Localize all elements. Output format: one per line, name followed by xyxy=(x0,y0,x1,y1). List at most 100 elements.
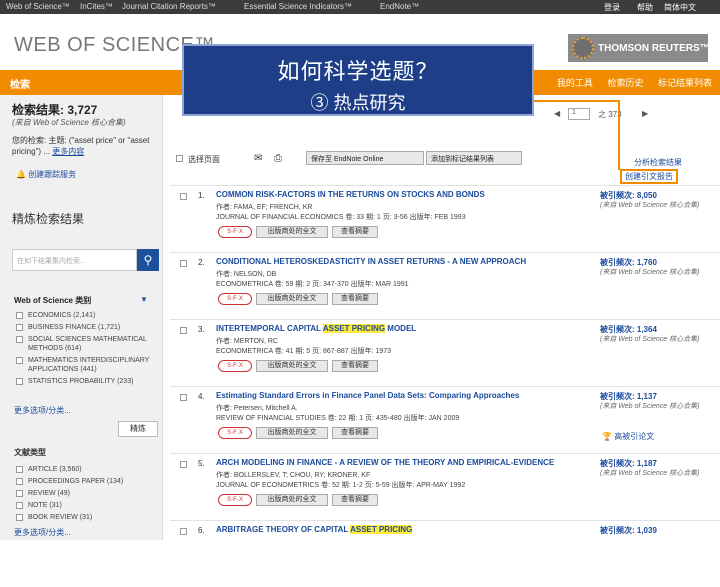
analyze-results-link[interactable]: 分析检索结果 xyxy=(634,157,682,168)
search-icon[interactable]: ⚲ xyxy=(137,249,159,271)
checkbox[interactable] xyxy=(16,312,23,319)
view-abstract-button[interactable]: 查看摘要 xyxy=(332,293,378,305)
category-list: ECONOMICS (2,141) BUSINESS FINANCE (1,72… xyxy=(16,311,161,389)
record-number: 5. xyxy=(198,459,205,468)
record-source: ECONOMETRICA 卷: 59 期: 2 页: 347-370 出版年: … xyxy=(216,281,409,288)
view-abstract-button[interactable]: 查看摘要 xyxy=(332,427,378,439)
record-title[interactable]: INTERTEMPORAL CAPITAL ASSET PRICING MODE… xyxy=(216,324,586,333)
checkbox[interactable] xyxy=(16,378,23,385)
doctype-item[interactable]: REVIEW (49) xyxy=(16,489,161,498)
record-title[interactable]: ARCH MODELING IN FINANCE - A REVIEW OF T… xyxy=(216,458,586,467)
result-record: 5. ARCH MODELING IN FINANCE - A REVIEW O… xyxy=(170,453,720,520)
trophy-icon: 🏆 xyxy=(602,432,612,441)
citation-count[interactable]: 被引频次: 1,039 xyxy=(600,526,657,535)
category-label: BUSINESS FINANCE (1,721) xyxy=(28,324,121,331)
category-label: SOCIAL SCIENCES MATHEMATICAL METHODS (61… xyxy=(28,336,147,352)
sfx-button[interactable]: S·F·X xyxy=(218,226,252,238)
record-checkbox[interactable] xyxy=(180,260,187,267)
citation-count[interactable]: 被引频次: 1,187 xyxy=(600,459,657,468)
page-input[interactable]: 1 xyxy=(568,108,590,120)
sfx-button[interactable]: S·F·X xyxy=(218,494,252,506)
fulltext-button[interactable]: 出版商处的全文 xyxy=(256,494,328,506)
doctype-item[interactable]: ARTICLE (3,560) xyxy=(16,465,161,474)
category-item[interactable]: ECONOMICS (2,141) xyxy=(16,311,161,320)
checkbox[interactable] xyxy=(176,155,183,162)
print-icon[interactable]: ⎙ xyxy=(274,153,282,164)
more-options-link-2[interactable]: 更多选项/分类... xyxy=(14,527,71,538)
refine-button[interactable]: 精炼 xyxy=(118,421,158,437)
help-link[interactable]: 帮助 xyxy=(637,2,653,13)
query-more-link[interactable]: 更多内容 xyxy=(52,147,84,156)
marked-list-link[interactable]: 标记结果列表 xyxy=(658,78,712,88)
citation-count[interactable]: 被引频次: 1,364 xyxy=(600,325,657,334)
record-checkbox[interactable] xyxy=(180,528,187,535)
sfx-button[interactable]: S·F·X xyxy=(218,360,252,372)
search-history-link[interactable]: 检索历史 xyxy=(607,78,643,88)
add-marked-list-button[interactable]: 添加到标记结果列表 xyxy=(426,151,522,165)
select-page-checkbox[interactable]: 选择页面 xyxy=(176,154,220,165)
record-title[interactable]: Estimating Standard Errors in Finance Pa… xyxy=(216,391,586,400)
category-item[interactable]: BUSINESS FINANCE (1,721) xyxy=(16,323,161,332)
record-checkbox[interactable] xyxy=(180,327,187,334)
record-number: 2. xyxy=(198,258,205,267)
checkbox[interactable] xyxy=(16,502,23,509)
doctype-item[interactable]: BOOK REVIEW (31) xyxy=(16,513,161,522)
save-endnote-button[interactable]: 保存至 EndNote Online xyxy=(306,151,424,165)
search-tab[interactable]: 检索 xyxy=(10,76,30,91)
checkbox[interactable] xyxy=(16,514,23,521)
sfx-button[interactable]: S·F·X xyxy=(218,427,252,439)
citation-count[interactable]: 被引频次: 1,137 xyxy=(600,392,657,401)
checkbox[interactable] xyxy=(16,478,23,485)
doctype-label: BOOK REVIEW (31) xyxy=(28,514,93,521)
language-select[interactable]: 简体中文 xyxy=(664,2,696,13)
view-abstract-button[interactable]: 查看摘要 xyxy=(332,226,378,238)
checkbox[interactable] xyxy=(16,357,23,364)
checkbox[interactable] xyxy=(16,490,23,497)
citation-count[interactable]: 被引频次: 8,050 xyxy=(600,191,657,200)
citation-count[interactable]: 被引频次: 1,760 xyxy=(600,258,657,267)
doctype-item[interactable]: NOTE (31) xyxy=(16,501,161,510)
more-options-link[interactable]: 更多选项/分类... xyxy=(14,405,71,416)
prev-page-icon[interactable]: ◀ xyxy=(554,109,560,118)
topnav-esi[interactable]: Essential Science Indicators™ xyxy=(244,2,352,11)
fulltext-button[interactable]: 出版商处的全文 xyxy=(256,226,328,238)
topnav-incites[interactable]: InCites™ xyxy=(80,2,113,11)
fulltext-button[interactable]: 出版商处的全文 xyxy=(256,360,328,372)
tr-disc-icon xyxy=(572,37,594,59)
create-alert-link[interactable]: 🔔 创建跟踪服务 xyxy=(16,169,76,180)
record-checkbox[interactable] xyxy=(180,394,187,401)
doctype-item[interactable]: PROCEEDINGS PAPER (134) xyxy=(16,477,161,486)
citation-source: (来自 Web of Science 核心合集) xyxy=(600,470,700,477)
checkbox[interactable] xyxy=(16,324,23,331)
title-part: INTERTEMPORAL CAPITAL xyxy=(216,324,323,333)
topnav-endnote[interactable]: EndNote™ xyxy=(380,2,419,11)
doctype-label: NOTE (31) xyxy=(28,502,62,509)
login-link[interactable]: 登录 xyxy=(604,2,620,13)
next-page-icon[interactable]: ▶ xyxy=(642,109,648,118)
email-icon[interactable]: ✉ xyxy=(254,153,262,164)
category-item[interactable]: STATISTICS PROBABILITY (233) xyxy=(16,377,161,386)
topnav-wos[interactable]: Web of Science™ xyxy=(6,2,70,11)
fulltext-button[interactable]: 出版商处的全文 xyxy=(256,427,328,439)
sfx-button[interactable]: S·F·X xyxy=(218,293,252,305)
checkbox[interactable] xyxy=(16,466,23,473)
record-title[interactable]: CONDITIONAL HETEROSKEDASTICITY IN ASSET … xyxy=(216,257,586,266)
topnav-jcr[interactable]: Journal Citation Reports™ xyxy=(122,2,216,11)
my-tools-menu[interactable]: 我的工具 xyxy=(557,78,593,88)
record-checkbox[interactable] xyxy=(180,461,187,468)
record-title[interactable]: COMMON RISK-FACTORS IN THE RETURNS ON ST… xyxy=(216,190,586,199)
view-abstract-button[interactable]: 查看摘要 xyxy=(332,360,378,372)
refine-search-input[interactable]: 在如下结果集内检索... xyxy=(12,249,137,271)
view-abstract-button[interactable]: 查看摘要 xyxy=(332,494,378,506)
category-item[interactable]: MATHEMATICS INTERDISCIPLINARY APPLICATIO… xyxy=(16,356,161,374)
record-number: 1. xyxy=(198,191,205,200)
checkbox[interactable] xyxy=(16,336,23,343)
record-checkbox[interactable] xyxy=(180,193,187,200)
result-count: 检索结果: 3,727 xyxy=(12,103,98,117)
citation-report-link[interactable]: 创建引文报告 xyxy=(620,169,678,184)
chevron-down-icon[interactable]: ▼ xyxy=(140,295,148,304)
results-list: 1. COMMON RISK-FACTORS IN THE RETURNS ON… xyxy=(170,185,720,587)
fulltext-button[interactable]: 出版商处的全文 xyxy=(256,293,328,305)
category-item[interactable]: SOCIAL SCIENCES MATHEMATICAL METHODS (61… xyxy=(16,335,161,353)
record-title[interactable]: ARBITRAGE THEORY OF CAPITAL ASSET PRICIN… xyxy=(216,525,586,534)
